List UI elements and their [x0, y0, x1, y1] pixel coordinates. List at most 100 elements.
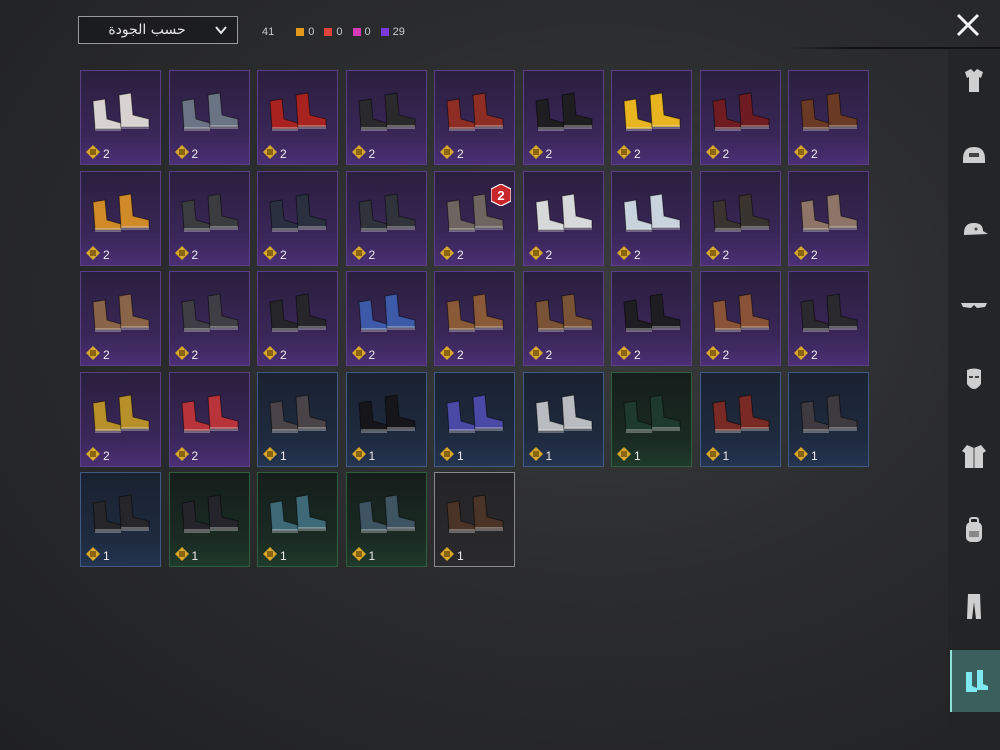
item-slot[interactable]: 1 — [345, 472, 427, 567]
shoes-icon — [711, 192, 769, 232]
item-slot[interactable]: 1 — [699, 371, 781, 467]
item-quantity: 1 — [457, 448, 464, 463]
shoes-icon — [180, 92, 238, 131]
item-slot[interactable]: 2 — [257, 271, 338, 366]
fragment-icon — [705, 446, 720, 461]
item-slot[interactable]: 2 — [522, 70, 604, 165]
chevron-down-icon — [215, 26, 227, 35]
shoes-icon — [357, 393, 415, 433]
item-slot[interactable]: 2 — [80, 271, 161, 366]
category-tab-jacket[interactable] — [950, 425, 998, 487]
item-slot[interactable]: 1 — [168, 472, 250, 567]
category-tab-pants[interactable] — [950, 575, 998, 637]
item-quantity: 1 — [722, 448, 730, 463]
fragment-icon — [351, 346, 366, 360]
category-tab-cap[interactable] — [950, 200, 998, 262]
count-orange: 0 — [296, 26, 314, 38]
item-slot[interactable]: 2 — [345, 271, 427, 366]
item-slot[interactable]: 2 — [788, 170, 869, 266]
item-slot[interactable]: 2 — [699, 70, 781, 165]
item-slot[interactable]: 2 — [80, 170, 161, 266]
category-tab-glasses[interactable] — [950, 275, 998, 337]
item-slot[interactable]: 2 — [345, 170, 427, 266]
backpack-icon — [966, 517, 982, 542]
pants-icon — [967, 594, 981, 619]
item-slot[interactable]: 2 — [80, 70, 161, 165]
cap-icon — [964, 223, 988, 235]
item-slot[interactable]: 1 — [522, 371, 604, 467]
fragment-icon — [86, 547, 100, 561]
item-slot[interactable]: 2 — [168, 371, 250, 467]
item-slot[interactable]: 2 — [788, 271, 869, 366]
category-tab-outfit[interactable] — [950, 50, 998, 112]
item-slot[interactable]: 2 — [434, 271, 515, 366]
orange-square — [296, 28, 305, 36]
fragment-icon — [440, 446, 454, 461]
fragment-icon — [263, 245, 277, 260]
category-sidebar — [948, 50, 1000, 750]
shoes-icon — [269, 393, 327, 433]
shoes-icon — [800, 92, 858, 131]
item-quantity: 2 — [368, 348, 376, 362]
item-slot[interactable]: 2 — [522, 170, 604, 266]
item-quantity: 1 — [280, 549, 287, 563]
fragment-icon — [86, 346, 100, 360]
item-slot[interactable]: 1 — [434, 371, 515, 467]
jacket-icon — [962, 445, 986, 468]
item-slot[interactable]: 2 — [434, 70, 515, 165]
item-slot[interactable]: 2 — [699, 170, 781, 266]
fragment-icon — [440, 547, 454, 561]
shoes-icon — [269, 192, 327, 232]
item-slot[interactable]: 2 — [611, 170, 692, 266]
item-slot[interactable]: 2 — [168, 170, 250, 266]
fragment-icon — [263, 446, 277, 461]
shoes-icon — [711, 393, 769, 433]
item-slot[interactable]: 2 — [522, 271, 604, 366]
item-slot[interactable]: 2 — [788, 70, 869, 165]
item-slot[interactable]: 1 — [80, 472, 161, 567]
shoes-icon — [534, 393, 592, 433]
category-tab-helmet[interactable] — [950, 125, 998, 187]
item-quantity: 1 — [368, 549, 376, 563]
item-slot[interactable]: 2 — [257, 70, 338, 165]
item-slot[interactable]: 1 — [611, 371, 692, 467]
item-quantity: 1 — [457, 549, 464, 563]
sort-dropdown[interactable]: حسب الجودة — [78, 16, 238, 44]
item-slot[interactable]: 2 — [345, 70, 427, 165]
close-icon[interactable] — [953, 10, 983, 40]
item-quantity: 2 — [191, 247, 199, 262]
shoes-icon — [92, 494, 150, 533]
item-slot[interactable]: 1 — [257, 371, 338, 467]
fragment-icon — [351, 446, 366, 461]
item-quantity: 2 — [811, 348, 818, 362]
item-slot[interactable]: 2 — [168, 271, 250, 366]
item-quantity: 2 — [368, 247, 376, 262]
shoes-icon — [446, 92, 504, 131]
item-slot[interactable]: 2 — [80, 371, 161, 467]
item-quantity: 2 — [280, 147, 287, 161]
item-slot[interactable]: 1 — [345, 371, 427, 467]
item-slot[interactable]: 2 — [611, 70, 692, 165]
item-slot[interactable]: 2 — [611, 271, 692, 366]
item-slot[interactable]: 2 — [699, 271, 781, 366]
shoes-icon — [180, 192, 238, 232]
fragment-icon — [351, 547, 366, 561]
item-slot[interactable]: 22 — [434, 170, 515, 266]
category-tab-backpack[interactable] — [950, 500, 998, 562]
item-quantity: 2 — [545, 147, 553, 161]
item-slot[interactable]: 1 — [788, 371, 869, 467]
item-slot[interactable]: 1 — [257, 472, 338, 567]
shoes-icon — [623, 192, 681, 232]
shoes-icon — [711, 293, 769, 332]
shoes-icon — [800, 293, 858, 332]
category-tab-mask[interactable] — [950, 350, 998, 412]
item-quantity: 2 — [103, 448, 110, 463]
item-slot[interactable]: 1 — [434, 472, 515, 567]
category-tab-shoes[interactable] — [950, 650, 1000, 712]
item-slot[interactable]: 2 — [168, 70, 250, 165]
fragment-icon — [86, 145, 100, 159]
shoes-icon — [623, 293, 681, 332]
item-slot[interactable]: 2 — [257, 170, 338, 266]
item-quantity: 1 — [368, 448, 376, 463]
shoes-icon — [357, 293, 415, 332]
